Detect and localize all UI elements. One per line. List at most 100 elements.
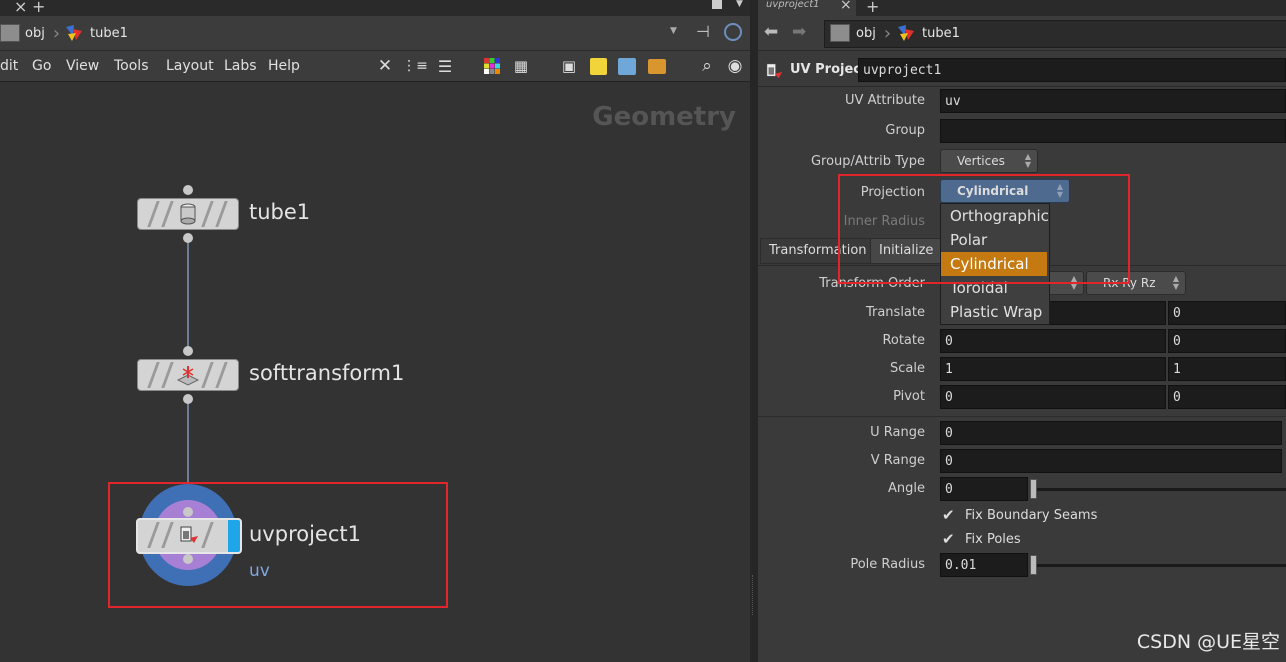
pole-radius-field[interactable]: 0.01	[940, 553, 1028, 577]
network-box-icon[interactable]: ▣	[558, 56, 580, 76]
add-pane-tab-icon[interactable]: +	[866, 0, 879, 16]
rotate-y-field[interactable]: 0	[1168, 329, 1286, 353]
watermark-credit: CSDN @UE星空	[1136, 631, 1280, 653]
uvproject-header-icon	[766, 63, 783, 79]
u-range-label: U Range	[870, 425, 925, 440]
fix-seams-checkbox-icon[interactable]: ✔	[942, 506, 955, 524]
group-type-menu[interactable]: Vertices ▲ ▼	[940, 149, 1038, 173]
back-arrow-icon[interactable]: ⬅	[764, 22, 778, 42]
angle-field[interactable]: 0	[940, 477, 1028, 501]
right-breadcrumb-obj-label: obj	[856, 25, 876, 41]
right-network-icon	[830, 24, 850, 42]
menu-labs[interactable]: Labs	[224, 58, 257, 74]
eye-icon[interactable]: ◉	[724, 55, 746, 77]
image-icon[interactable]	[618, 58, 636, 75]
tools-icon[interactable]: ✕	[374, 56, 396, 76]
menu-go[interactable]: Go	[32, 58, 51, 74]
pane-maximize-icon[interactable]	[712, 0, 722, 9]
menu-view[interactable]: View	[66, 58, 99, 74]
pane-divider[interactable]	[750, 0, 758, 662]
grid-layout-icon[interactable]: ▦	[510, 56, 532, 76]
node-type-label: UV Project	[790, 62, 868, 77]
color-palette-icon[interactable]	[482, 56, 502, 76]
pivot-y-field[interactable]: 0	[1168, 385, 1286, 409]
angle-slider-handle[interactable]	[1030, 479, 1037, 499]
softtransform1-input-connector[interactable]	[183, 346, 193, 356]
network-editor-pane: × + ▼ obj › tube1 ▼ ⊣ dit Go View Tools …	[0, 0, 750, 662]
softtransform1-node[interactable]	[137, 359, 239, 391]
group-type-value: Vertices	[957, 154, 1005, 168]
network-canvas[interactable]: Geometry tube1 softtransform1 uvproject1…	[0, 82, 750, 662]
sticky-note-icon[interactable]	[590, 58, 607, 75]
scale-y-field[interactable]: 1	[1168, 357, 1286, 381]
translate-label: Translate	[865, 305, 925, 320]
pole-radius-slider-track[interactable]	[1034, 564, 1286, 567]
fix-poles-checkbox-icon[interactable]: ✔	[942, 530, 955, 548]
menu-bar: dit Go View Tools Layout Labs Help ✕ ⋮≡ …	[0, 51, 750, 82]
tube-sop-icon	[180, 203, 196, 225]
projection-option-plastic-wrap[interactable]: Plastic Wrap	[941, 300, 1047, 324]
section-divider	[758, 416, 1286, 417]
right-breadcrumb-obj[interactable]: obj ›	[830, 20, 891, 46]
close-tab-icon[interactable]: ×	[14, 0, 27, 16]
node-name-field[interactable]: uvproject1	[858, 58, 1286, 82]
scale-x-field[interactable]: 1	[940, 357, 1166, 381]
uv-attribute-field[interactable]: uv	[940, 89, 1286, 113]
right-breadcrumb-tube1[interactable]: tube1	[896, 20, 960, 46]
fix-seams-label[interactable]: Fix Boundary Seams	[965, 508, 1097, 523]
breadcrumb-tube1[interactable]: tube1	[64, 20, 128, 46]
annotation-highlight-node	[108, 482, 448, 608]
pivot-label: Pivot	[893, 389, 925, 404]
translate-y-field[interactable]: 0	[1168, 301, 1286, 325]
parameter-editor-pane: uvproject1 × + ⬅ ➡ obj › tube1 UV Projec…	[758, 0, 1286, 662]
right-breadcrumb-tube1-label: tube1	[922, 25, 960, 41]
menu-edit[interactable]: dit	[0, 58, 18, 74]
rotation-order-spinner-icon: ▲ ▼	[1172, 274, 1179, 291]
tube1-output-connector[interactable]	[183, 233, 193, 243]
package-icon[interactable]	[648, 59, 666, 74]
annotation-highlight-projection	[838, 174, 1130, 284]
breadcrumb-obj[interactable]: obj ›	[0, 20, 60, 46]
path-bar: obj › tube1 ▼ ⊣	[0, 16, 750, 51]
path-dropdown-icon[interactable]: ▼	[670, 26, 677, 36]
pin-icon[interactable]: ⊣	[696, 22, 710, 41]
pane-tab-label: uvproject1	[766, 0, 820, 10]
forward-arrow-icon[interactable]: ➡	[792, 22, 806, 42]
menu-layout[interactable]: Layout	[166, 58, 214, 74]
breadcrumb-tube1-label: tube1	[90, 25, 128, 41]
right-path-field[interactable]	[824, 20, 1286, 48]
scale-label: Scale	[890, 361, 925, 376]
softtransform1-output-connector[interactable]	[183, 394, 193, 404]
u-range-min-field[interactable]: 0	[940, 421, 1282, 445]
breadcrumb-obj-label: obj	[25, 25, 45, 41]
parameter-header: UV Project uvproject1	[758, 54, 1286, 87]
right-path-bar: ⬅ ➡ obj › tube1	[758, 16, 1286, 51]
angle-slider-track[interactable]	[1034, 488, 1286, 491]
pane-menu-icon[interactable]: ▼	[736, 0, 743, 9]
fix-poles-label[interactable]: Fix Poles	[965, 532, 1021, 547]
right-breadcrumb-separator-icon: ›	[883, 22, 892, 44]
pole-radius-slider-handle[interactable]	[1030, 555, 1037, 575]
close-pane-tab-icon[interactable]: ×	[840, 0, 852, 13]
right-geometry-object-icon	[898, 25, 914, 41]
link-icon[interactable]	[724, 23, 742, 41]
list-view-icon[interactable]: ☰	[434, 56, 456, 76]
tube1-input-connector[interactable]	[183, 185, 193, 195]
tube1-node[interactable]	[137, 198, 239, 230]
group-field[interactable]	[940, 119, 1286, 143]
menu-tools[interactable]: Tools	[114, 58, 149, 74]
add-tab-icon[interactable]: +	[32, 0, 45, 16]
rotate-x-field[interactable]: 0	[940, 329, 1166, 353]
pole-radius-label: Pole Radius	[850, 557, 925, 572]
tube1-node-label: tube1	[249, 200, 311, 224]
network-icon	[0, 24, 20, 42]
divider-grip[interactable]	[752, 575, 757, 615]
uv-attribute-label: UV Attribute	[845, 93, 925, 108]
search-icon[interactable]: ⌕	[696, 55, 718, 77]
angle-label: Angle	[888, 481, 925, 496]
v-range-min-field[interactable]: 0	[940, 449, 1282, 473]
pivot-x-field[interactable]: 0	[940, 385, 1166, 409]
tree-view-icon[interactable]: ⋮≡	[402, 56, 428, 76]
menu-help[interactable]: Help	[268, 58, 300, 74]
pane-tab-strip: × + ▼	[0, 0, 750, 16]
